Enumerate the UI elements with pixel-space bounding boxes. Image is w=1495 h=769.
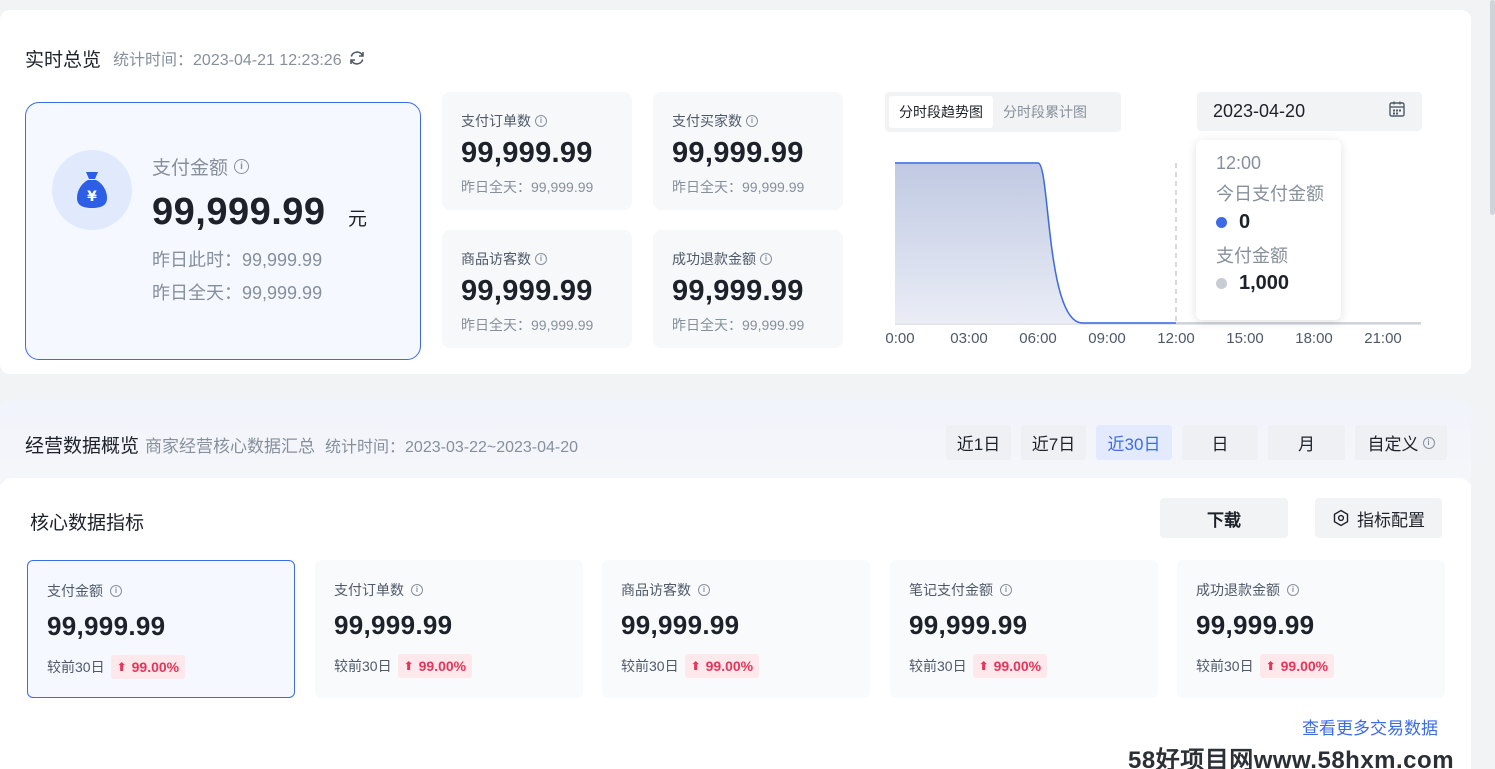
info-icon[interactable]: i: [1287, 584, 1299, 596]
kpi-foot: 较前30日 ⬆ 99.00%: [334, 654, 473, 678]
kpi-value: 99,999.99: [909, 610, 1028, 640]
range-custom-label: 自定义: [1367, 435, 1419, 454]
range-day-button[interactable]: 日: [1182, 425, 1258, 460]
range-30d-button[interactable]: 近30日: [1096, 425, 1172, 460]
change-badge: ⬆ 99.00%: [397, 654, 473, 678]
range-custom-button[interactable]: 自定义 i: [1355, 425, 1447, 460]
watermark: 58好项目网www.58hxm.com: [1128, 747, 1455, 769]
x-tick-label: 06:00: [1019, 330, 1057, 347]
kpi-value: 99,999.99: [334, 610, 453, 640]
kpi-value: 99,999.99: [1196, 610, 1315, 640]
kpi-label-text: 支付金额: [47, 583, 103, 599]
kpi-value: 99,999.99: [621, 610, 740, 640]
download-button[interactable]: 下载: [1160, 498, 1288, 538]
info-icon[interactable]: i: [110, 585, 122, 597]
x-tick-label: 09:00: [1088, 330, 1126, 347]
legend-dot-gray: [1216, 278, 1227, 289]
x-tick-label: 18:00: [1295, 330, 1333, 347]
kpi-compare: 较前30日: [621, 658, 679, 674]
change-badge: ⬆ 99.00%: [110, 655, 186, 679]
tooltip-value-pay-text: 1,000: [1239, 272, 1290, 294]
business-subtitle: 商家经营核心数据汇总: [145, 437, 316, 456]
info-icon[interactable]: i: [1000, 584, 1012, 596]
legend-dot-blue: [1216, 217, 1227, 228]
info-icon[interactable]: i: [698, 584, 710, 596]
core-metrics-title: 核心数据指标: [30, 513, 145, 534]
kpi-card-pay-amount[interactable]: 支付金额 i 99,999.99 较前30日 ⬆ 99.00%: [27, 560, 295, 698]
series-area-today: [895, 163, 1176, 323]
arrow-up-icon: ⬆: [978, 659, 989, 673]
range-7d-button[interactable]: 近7日: [1021, 425, 1086, 460]
change-value: 99.00%: [131, 659, 180, 675]
arrow-up-icon: ⬆: [690, 659, 701, 673]
tooltip-value-today: 0: [1216, 211, 1250, 234]
chart-tooltip: 12:00 今日支付金额 0 支付金额 1,000: [1196, 140, 1341, 320]
arrow-up-icon: ⬆: [116, 660, 127, 674]
kpi-label: 笔记支付金额 i: [909, 580, 1012, 600]
kpi-label: 商品访客数 i: [621, 580, 710, 600]
metric-config-button[interactable]: 指标配置: [1315, 498, 1442, 538]
metric-config-label: 指标配置: [1357, 510, 1425, 530]
kpi-value: 99,999.99: [47, 611, 166, 641]
kpi-label-text: 商品访客数: [621, 582, 691, 598]
business-title: 经营数据概览: [25, 436, 140, 457]
business-stat-time: 统计时间：2023-03-22~2023-04-20: [325, 438, 579, 456]
change-badge: ⬆ 99.00%: [1259, 654, 1335, 678]
arrow-up-icon: ⬆: [1265, 659, 1276, 673]
kpi-card-note-pay[interactable]: 笔记支付金额 i 99,999.99 较前30日 ⬆ 99.00%: [890, 560, 1158, 698]
kpi-label-text: 支付订单数: [334, 582, 404, 598]
kpi-label-text: 成功退款金额: [1196, 582, 1280, 598]
kpi-compare: 较前30日: [909, 658, 967, 674]
business-card: 经营数据概览 商家经营核心数据汇总 统计时间：2023-03-22~2023-0…: [0, 400, 1471, 769]
x-tick-label: 15:00: [1226, 330, 1264, 347]
kpi-compare: 较前30日: [1196, 658, 1254, 674]
scrollbar[interactable]: [1490, 0, 1495, 215]
range-month-button[interactable]: 月: [1268, 425, 1345, 460]
settings-icon: [1332, 509, 1350, 527]
kpi-card-visitors[interactable]: 商品访客数 i 99,999.99 较前30日 ⬆ 99.00%: [602, 560, 870, 698]
kpi-card-refunds[interactable]: 成功退款金额 i 99,999.99 较前30日 ⬆ 99.00%: [1177, 560, 1445, 698]
kpi-compare: 较前30日: [47, 659, 105, 675]
change-badge: ⬆ 99.00%: [684, 654, 760, 678]
tooltip-value-pay: 1,000: [1216, 272, 1289, 295]
kpi-label: 成功退款金额 i: [1196, 580, 1299, 600]
change-badge: ⬆ 99.00%: [972, 654, 1048, 678]
kpi-label: 支付订单数 i: [334, 580, 423, 600]
kpi-foot: 较前30日 ⬆ 99.00%: [1196, 654, 1335, 678]
x-tick-label: 0:00: [885, 330, 915, 347]
change-value: 99.00%: [418, 658, 467, 674]
kpi-foot: 较前30日 ⬆ 99.00%: [909, 654, 1048, 678]
range-1d-button[interactable]: 近1日: [946, 425, 1011, 460]
change-value: 99.00%: [993, 658, 1042, 674]
kpi-compare: 较前30日: [334, 658, 392, 674]
kpi-card-orders[interactable]: 支付订单数 i 99,999.99 较前30日 ⬆ 99.00%: [315, 560, 583, 698]
kpi-label: 支付金额 i: [47, 581, 122, 601]
tooltip-value-today-text: 0: [1239, 211, 1251, 233]
tooltip-time: 12:00: [1216, 153, 1262, 173]
change-value: 99.00%: [705, 658, 754, 674]
core-metrics-panel: 核心数据指标 下载 指标配置 支付金额 i 99,999.99 较前30日 ⬆ 99.…: [0, 478, 1471, 769]
x-tick-label: 21:00: [1364, 330, 1402, 347]
info-icon[interactable]: i: [1422, 436, 1435, 449]
kpi-foot: 较前30日 ⬆ 99.00%: [621, 654, 760, 678]
tooltip-label-today: 今日支付金额: [1216, 184, 1324, 204]
x-tick-label: 03:00: [950, 330, 988, 347]
more-data-link[interactable]: 查看更多交易数据: [1302, 714, 1438, 739]
business-header: 经营数据概览 商家经营核心数据汇总 统计时间：2023-03-22~2023-0…: [25, 431, 578, 458]
tooltip-label-pay: 支付金额: [1216, 246, 1288, 266]
change-value: 99.00%: [1280, 658, 1329, 674]
kpi-label-text: 笔记支付金额: [909, 582, 993, 598]
info-icon[interactable]: i: [411, 584, 423, 596]
x-tick-label: 12:00: [1157, 330, 1195, 347]
kpi-foot: 较前30日 ⬆ 99.00%: [47, 655, 186, 679]
arrow-up-icon: ⬆: [403, 659, 414, 673]
